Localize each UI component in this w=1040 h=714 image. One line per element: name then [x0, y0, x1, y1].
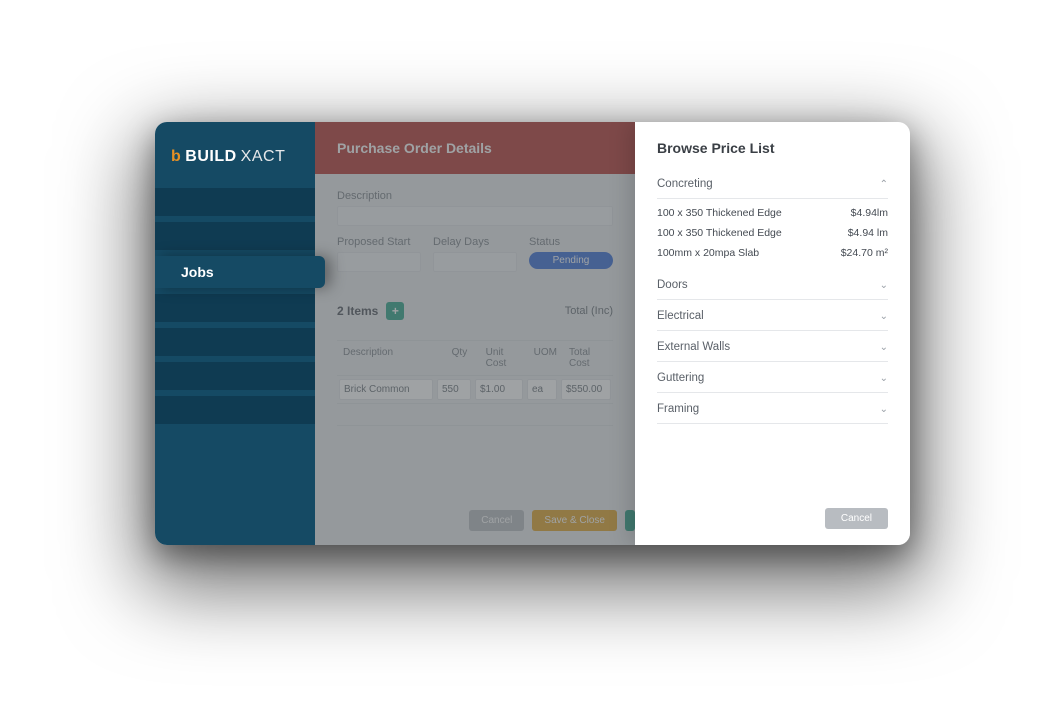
category-label: Doors: [657, 279, 688, 291]
sidebar: b BUILD XACT Jobs: [155, 122, 315, 545]
brand-thin: XACT: [241, 148, 286, 166]
items-count: 2 Items: [337, 304, 378, 318]
description-label: Description: [337, 190, 613, 202]
table-header: Description Qty Unit Cost UOM Total Cost: [337, 341, 613, 376]
cell-qty[interactable]: 550: [437, 379, 471, 400]
panel-cancel-button[interactable]: Cancel: [825, 508, 888, 529]
category-label: External Walls: [657, 341, 730, 353]
price-item-value: $24.70 m²: [841, 247, 888, 259]
cell-description[interactable]: Brick Common: [339, 379, 433, 400]
sidebar-item-jobs[interactable]: Jobs: [155, 256, 325, 288]
chevron-down-icon: ⌄: [880, 280, 888, 291]
delay-days-label: Delay Days: [433, 236, 517, 248]
proposed-start-input[interactable]: [337, 252, 421, 272]
delay-days-input[interactable]: [433, 252, 517, 272]
category-guttering[interactable]: Guttering ⌄: [657, 362, 888, 393]
col-uom: UOM: [528, 341, 563, 375]
category-label: Guttering: [657, 372, 704, 384]
category-doors[interactable]: Doors ⌄: [657, 269, 888, 300]
form-actions: Cancel Save & Close: [315, 510, 635, 531]
status-value[interactable]: Pending: [529, 252, 613, 269]
col-description: Description: [337, 341, 446, 375]
brand-glyph: b: [171, 148, 181, 166]
price-row[interactable]: 100 x 350 Thickened Edge $4.94 lm: [657, 223, 888, 243]
extra-action-button[interactable]: [625, 510, 635, 531]
brand-logo: b BUILD XACT: [155, 122, 315, 188]
sidebar-items: Jobs: [155, 188, 315, 424]
price-list-panel: Browse Price List Concreting ⌃ 100 x 350…: [635, 122, 910, 545]
price-row[interactable]: 100mm x 20mpa Slab $24.70 m²: [657, 243, 888, 263]
sidebar-item-label: Jobs: [181, 264, 214, 280]
app-window: b BUILD XACT Jobs Purchase Order Details …: [155, 122, 910, 545]
total-label: Total (Inc): [565, 305, 613, 317]
panel-title: Browse Price List: [635, 122, 910, 168]
description-input[interactable]: [337, 206, 613, 226]
price-item-value: $4.94 lm: [848, 227, 888, 239]
add-item-button[interactable]: +: [386, 302, 404, 320]
price-item-name: 100 x 350 Thickened Edge: [657, 227, 782, 239]
col-total: Total Cost: [563, 341, 613, 375]
chevron-down-icon: ⌄: [880, 311, 888, 322]
brand-bold: BUILD: [185, 148, 236, 166]
chevron-down-icon: ⌄: [880, 342, 888, 353]
page-title: Purchase Order Details: [315, 122, 635, 174]
items-grid: Description Qty Unit Cost UOM Total Cost…: [337, 340, 613, 426]
cancel-button[interactable]: Cancel: [469, 510, 524, 531]
table-row[interactable]: Brick Common 550 $1.00 ea $550.00: [337, 376, 613, 404]
status-label: Status: [529, 236, 613, 248]
cell-total[interactable]: $550.00: [561, 379, 611, 400]
sidebar-item[interactable]: [155, 294, 315, 322]
cell-unit[interactable]: $1.00: [475, 379, 523, 400]
form-area: Description Proposed Start Delay Days St…: [315, 174, 635, 426]
category-label: Electrical: [657, 310, 704, 322]
chevron-down-icon: ⌄: [880, 373, 888, 384]
save-close-button[interactable]: Save & Close: [532, 510, 617, 531]
sidebar-item[interactable]: [155, 328, 315, 356]
price-row[interactable]: 100 x 350 Thickened Edge $4.94lm: [657, 203, 888, 223]
chevron-down-icon: ⌄: [880, 404, 888, 415]
proposed-start-label: Proposed Start: [337, 236, 421, 248]
col-qty: Qty: [446, 341, 480, 375]
price-item-value: $4.94lm: [851, 207, 888, 219]
col-unit: Unit Cost: [480, 341, 528, 375]
category-framing[interactable]: Framing ⌄: [657, 393, 888, 424]
sidebar-item[interactable]: [155, 222, 315, 250]
category-label: Concreting: [657, 178, 713, 190]
main-content: Purchase Order Details Description Propo…: [315, 122, 635, 545]
description-field: Description: [337, 190, 613, 226]
sidebar-item[interactable]: [155, 396, 315, 424]
sidebar-item[interactable]: [155, 362, 315, 390]
cell-uom[interactable]: ea: [527, 379, 557, 400]
sidebar-item[interactable]: [155, 188, 315, 216]
category-external-walls[interactable]: External Walls ⌄: [657, 331, 888, 362]
category-label: Framing: [657, 403, 699, 415]
price-item-name: 100 x 350 Thickened Edge: [657, 207, 782, 219]
category-electrical[interactable]: Electrical ⌄: [657, 300, 888, 331]
price-item-name: 100mm x 20mpa Slab: [657, 247, 759, 259]
table-row-empty: [337, 404, 613, 426]
category-concreting[interactable]: Concreting ⌃: [657, 168, 888, 199]
chevron-up-icon: ⌃: [880, 179, 888, 190]
